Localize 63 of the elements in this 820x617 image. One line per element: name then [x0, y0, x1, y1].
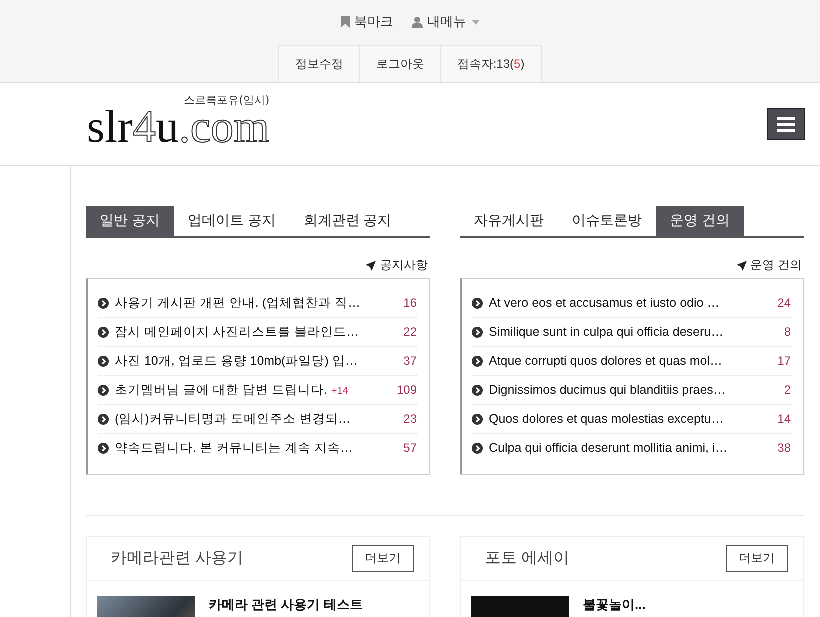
chevron-circle-icon — [98, 356, 109, 366]
user-icon — [412, 16, 422, 28]
post-title[interactable]: Quos dolores et quas molestias exceptu… — [489, 412, 772, 426]
menu-icon — [777, 116, 795, 132]
view-count: 24 — [778, 296, 791, 310]
view-count: 109 — [396, 383, 417, 397]
board-tab[interactable]: 운영 건의 — [656, 206, 744, 236]
location-arrow-icon — [736, 260, 747, 270]
menu-button[interactable] — [767, 108, 805, 140]
post-title[interactable]: At vero eos et accusamus et iusto odio … — [489, 296, 772, 310]
chevron-circle-icon — [98, 384, 109, 396]
chevron-circle-icon — [472, 356, 483, 366]
card-title: 카메라관련 사용기 — [111, 549, 244, 569]
board-tab[interactable]: 이슈토론방 — [558, 206, 656, 236]
chevron-circle-icon — [472, 414, 483, 424]
more-button[interactable]: 더보기 — [352, 545, 414, 572]
account-link[interactable]: 정보수정 — [279, 45, 360, 82]
account-link[interactable]: 로그아웃 — [360, 45, 442, 82]
board-tab[interactable]: 업데이트 공지 — [174, 206, 290, 236]
my-menu-link[interactable]: 내메뉴 — [412, 13, 480, 31]
chevron-circle-icon — [472, 442, 483, 454]
post-title[interactable]: 불꽃놀이... — [583, 596, 646, 617]
view-count: 38 — [778, 441, 791, 455]
location-arrow-icon — [366, 260, 376, 270]
view-count: 57 — [404, 441, 417, 455]
view-count: 14 — [778, 412, 791, 426]
post-title[interactable]: 사용기 게시판 개편 안내. (업체협찬과 직… — [115, 294, 398, 312]
post-title[interactable]: 카메라 관련 사용기 테스트 — [209, 596, 363, 617]
chevron-circle-icon — [98, 414, 109, 424]
view-count: 2 — [784, 383, 791, 397]
view-count: 16 — [404, 296, 417, 310]
site-logo[interactable]: 스르륵포유(임시) slr4u.com — [85, 94, 272, 154]
view-count: 37 — [404, 354, 417, 368]
post-title[interactable]: 잠시 메인페이지 사진리스트를 블라인드… — [115, 324, 398, 340]
chevron-circle-icon — [472, 298, 483, 308]
post-title[interactable]: Similique sunt in culpa qui officia deseru… — [489, 325, 778, 339]
card-title: 포토 에세이 — [485, 549, 570, 569]
chevron-circle-icon — [98, 326, 109, 338]
more-button[interactable]: 더보기 — [726, 545, 788, 572]
view-count: 22 — [404, 325, 417, 339]
chevron-circle-icon — [98, 298, 109, 308]
caret-icon — [472, 20, 480, 24]
chevron-circle-icon — [98, 442, 109, 454]
board-tab[interactable]: 자유게시판 — [460, 206, 558, 236]
post-title[interactable]: 사진 10개, 업로드 용량 10mb(파일당) 입… — [115, 352, 398, 370]
post-title[interactable]: Culpa qui officia deserunt mollitia animi, i… — [489, 441, 772, 455]
post-title[interactable]: Atque corrupti quos dolores et quas mol… — [489, 354, 772, 368]
board-link[interactable]: 공지사항 — [366, 257, 428, 274]
chevron-circle-icon — [472, 326, 483, 338]
post-title[interactable]: 초기멤버님 글에 대한 답변 드립니다. +14 — [115, 382, 391, 398]
view-count: 8 — [784, 325, 791, 339]
post-title[interactable]: (임시)커뮤니티명과 도메인주소 변경되… — [115, 410, 398, 428]
visitor-count[interactable]: 접속자:13(5) — [441, 45, 542, 82]
chevron-circle-icon — [472, 384, 483, 396]
bookmark-icon — [340, 16, 350, 28]
board-link[interactable]: 운영 건의 — [736, 257, 802, 274]
post-title[interactable]: 약속드립니다. 본 커뮤니티는 계속 지속… — [115, 440, 398, 456]
board-tab[interactable]: 회계관련 공지 — [290, 206, 406, 236]
view-count: 17 — [778, 354, 791, 368]
board-tab[interactable]: 일반 공지 — [86, 206, 174, 236]
post-title[interactable]: Dignissimos ducimus qui blanditiis praes… — [489, 383, 778, 397]
view-count: 23 — [404, 412, 417, 426]
bookmark-link[interactable]: 북마크 — [340, 13, 394, 31]
